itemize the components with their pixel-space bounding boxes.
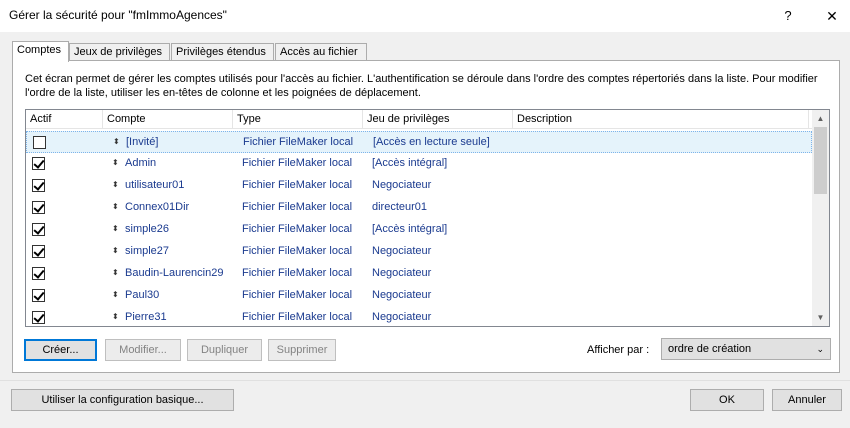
account-type: Fichier FileMaker local	[242, 157, 353, 169]
account-row[interactable]: ⬍ Connex01Dir Fichier FileMaker local di…	[26, 197, 812, 219]
delete-button[interactable]: Supprimer	[268, 339, 336, 361]
tab-comptes[interactable]: Comptes	[12, 41, 69, 62]
account-name: Paul30	[125, 289, 160, 301]
drag-handle-icon[interactable]: ⬍	[112, 157, 119, 169]
account-privilege: Negociateur	[372, 311, 432, 323]
account-privilege: Negociateur	[372, 289, 432, 301]
footer-separator	[0, 380, 850, 381]
duplicate-button[interactable]: Dupliquer	[187, 339, 262, 361]
title-bar: Gérer la sécurité pour "fmImmoAgences" ?…	[0, 0, 850, 32]
accounts-panel: Cet écran permet de gérer les comptes ut…	[12, 60, 840, 373]
create-button[interactable]: Créer...	[24, 339, 97, 361]
active-checkbox[interactable]	[32, 201, 45, 214]
active-checkbox[interactable]	[32, 157, 45, 170]
drag-handle-icon[interactable]: ⬍	[112, 245, 119, 257]
ok-button[interactable]: OK	[690, 389, 764, 411]
description-text: Cet écran permet de gérer les comptes ut…	[25, 73, 818, 99]
account-type: Fichier FileMaker local	[242, 311, 353, 323]
chevron-down-icon: ⌄	[816, 344, 824, 354]
modify-button[interactable]: Modifier...	[105, 339, 181, 361]
cancel-button[interactable]: Annuler	[772, 389, 842, 411]
account-privilege: [Accès intégral]	[372, 223, 448, 235]
drag-handle-icon[interactable]: ⬍	[112, 289, 119, 301]
account-row[interactable]: ⬍ Baudin-Laurencin29 Fichier FileMaker l…	[26, 263, 812, 285]
drag-handle-icon[interactable]: ⬍	[112, 311, 119, 323]
active-checkbox[interactable]	[32, 311, 45, 324]
account-name: Connex01Dir	[125, 201, 190, 213]
account-row[interactable]: ⬍ Pierre31 Fichier FileMaker local Negoc…	[26, 307, 812, 326]
account-privilege: Negociateur	[372, 179, 432, 191]
account-name: Admin	[125, 157, 157, 169]
column-header-actif[interactable]: Actif	[26, 110, 103, 129]
active-checkbox[interactable]	[32, 179, 45, 192]
window-title: Gérer la sécurité pour "fmImmoAgences"	[9, 8, 227, 22]
scroll-thumb[interactable]	[814, 127, 827, 194]
drag-handle-icon[interactable]: ⬍	[113, 136, 120, 148]
account-type: Fichier FileMaker local	[242, 201, 353, 213]
account-row[interactable]: ⬍ Admin Fichier FileMaker local [Accès i…	[26, 153, 812, 175]
account-row[interactable]: ⬍ utilisateur01 Fichier FileMaker local …	[26, 175, 812, 197]
account-privilege: Negociateur	[372, 245, 432, 257]
account-type: Fichier FileMaker local	[242, 289, 353, 301]
tab-privileges-etendus[interactable]: Privilèges étendus	[171, 43, 274, 61]
account-row[interactable]: ⬍ simple27 Fichier FileMaker local Negoc…	[26, 241, 812, 263]
account-name: [Invité]	[126, 136, 159, 148]
view-by-label: Afficher par :	[587, 344, 650, 356]
account-privilege: [Accès en lecture seule]	[373, 136, 490, 148]
vertical-scrollbar[interactable]: ▲ ▼	[812, 110, 829, 326]
column-header-description[interactable]: Description	[513, 110, 809, 129]
column-header-compte[interactable]: Compte	[103, 110, 233, 129]
account-name: Baudin-Laurencin29	[125, 267, 224, 279]
account-type: Fichier FileMaker local	[242, 223, 353, 235]
column-header-type[interactable]: Type	[233, 110, 363, 129]
account-type: Fichier FileMaker local	[243, 136, 354, 148]
account-type: Fichier FileMaker local	[242, 245, 353, 257]
active-checkbox[interactable]	[32, 289, 45, 302]
basic-config-button[interactable]: Utiliser la configuration basique...	[11, 389, 234, 411]
accounts-list[interactable]: Actif Compte Type Jeu de privilèges Desc…	[25, 109, 830, 327]
account-name: Pierre31	[125, 311, 167, 323]
close-icon[interactable]: ✕	[822, 6, 842, 26]
active-checkbox[interactable]	[32, 223, 45, 236]
view-by-value: ordre de création	[668, 343, 752, 355]
active-checkbox[interactable]	[32, 267, 45, 280]
drag-handle-icon[interactable]: ⬍	[112, 223, 119, 235]
drag-handle-icon[interactable]: ⬍	[112, 267, 119, 279]
drag-handle-icon[interactable]: ⬍	[112, 179, 119, 191]
account-name: simple26	[125, 223, 170, 235]
column-header-jeu-de-privileges[interactable]: Jeu de privilèges	[363, 110, 513, 129]
active-checkbox[interactable]	[33, 136, 46, 149]
account-privilege: Negociateur	[372, 267, 432, 279]
account-type: Fichier FileMaker local	[242, 179, 353, 191]
account-privilege: [Accès intégral]	[372, 157, 448, 169]
help-button[interactable]: ?	[778, 6, 798, 26]
drag-handle-icon[interactable]: ⬍	[112, 201, 119, 213]
account-row[interactable]: ⬍ [Invité] Fichier FileMaker local [Accè…	[26, 131, 812, 153]
account-privilege: directeur01	[372, 201, 428, 213]
list-header: Actif Compte Type Jeu de privilèges Desc…	[26, 110, 812, 129]
account-name: simple27	[125, 245, 170, 257]
scroll-up-icon[interactable]: ▲	[812, 110, 829, 127]
view-by-select[interactable]: ordre de création ⌄	[661, 338, 831, 360]
account-row[interactable]: ⬍ simple26 Fichier FileMaker local [Accè…	[26, 219, 812, 241]
active-checkbox[interactable]	[32, 245, 45, 258]
account-name: utilisateur01	[125, 179, 185, 191]
tab-jeux-de-privileges[interactable]: Jeux de privilèges	[69, 43, 170, 61]
account-row[interactable]: ⬍ Paul30 Fichier FileMaker local Negocia…	[26, 285, 812, 307]
scroll-down-icon[interactable]: ▼	[812, 309, 829, 326]
account-type: Fichier FileMaker local	[242, 267, 353, 279]
tab-acces-au-fichier[interactable]: Accès au fichier	[275, 43, 367, 61]
